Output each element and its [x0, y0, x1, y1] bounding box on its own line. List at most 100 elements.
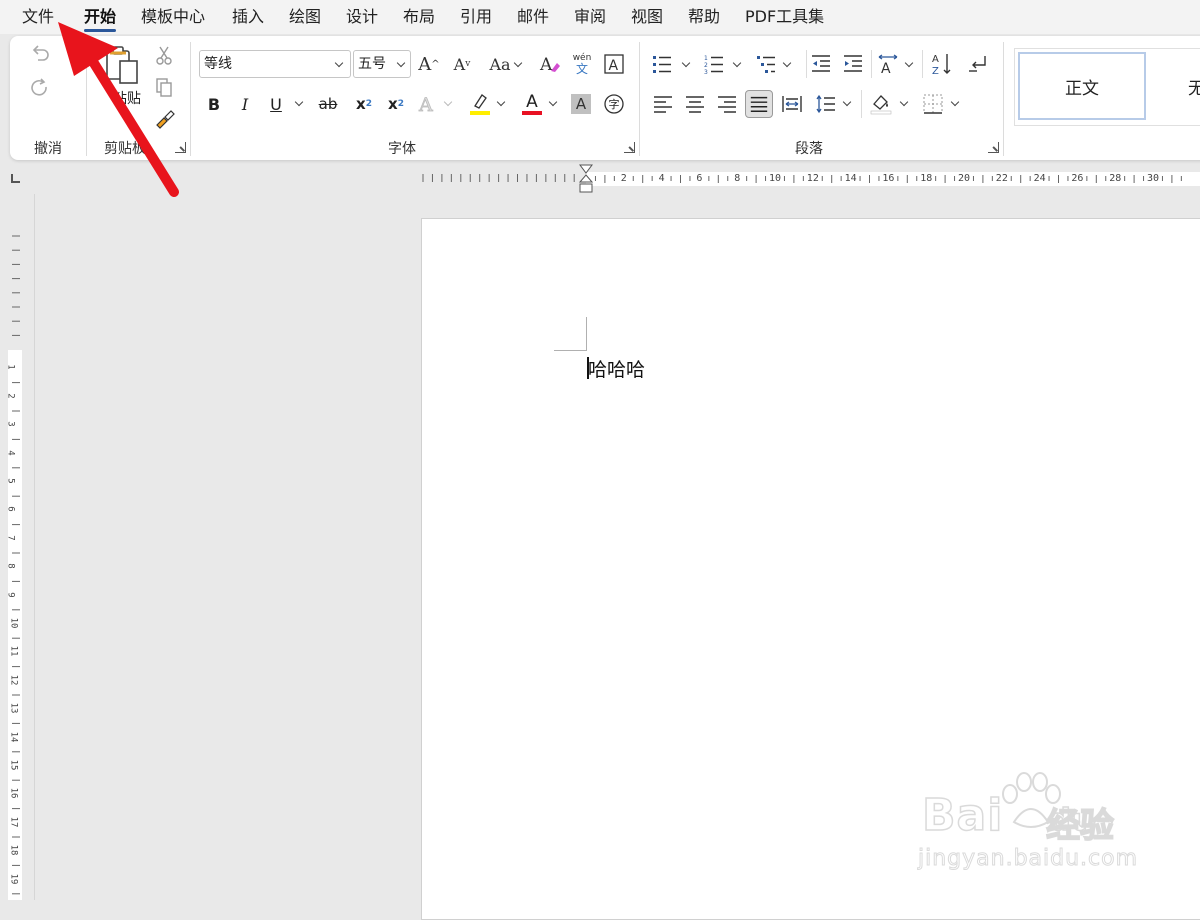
ruler-number: 8: [5, 563, 16, 569]
group-divider: [190, 42, 191, 156]
group-divider: [86, 42, 87, 156]
menu-file[interactable]: 文件: [22, 7, 54, 27]
chevron-down-icon[interactable]: [950, 97, 960, 107]
menu-template-center[interactable]: 模板中心: [141, 7, 205, 27]
ruler-number: 19: [8, 873, 19, 885]
menu-layout[interactable]: 布局: [403, 7, 435, 27]
character-border-icon[interactable]: A: [602, 52, 626, 76]
redo-icon[interactable]: [28, 76, 52, 100]
align-left-icon[interactable]: [651, 92, 675, 116]
svg-text:A: A: [539, 55, 553, 75]
undo-icon[interactable]: [28, 40, 52, 64]
ruler-ticks: [422, 174, 1182, 183]
ruler-number: 18: [8, 844, 19, 856]
font-name-value: 等线: [204, 56, 232, 72]
menu-review[interactable]: 审阅: [574, 7, 606, 27]
justify-icon[interactable]: [745, 90, 773, 118]
paste-icon[interactable]: [100, 44, 144, 86]
tab-selector-icon[interactable]: [11, 174, 20, 183]
chevron-down-icon[interactable]: [842, 97, 852, 107]
menu-mailings[interactable]: 邮件: [517, 7, 549, 27]
ruler-number: 15: [8, 759, 19, 771]
menu-references[interactable]: 引用: [460, 7, 492, 27]
shading-icon[interactable]: [869, 90, 893, 118]
borders-icon[interactable]: [921, 92, 945, 116]
clipboard-launcher-icon[interactable]: [175, 142, 186, 153]
bullets-icon[interactable]: [650, 52, 674, 76]
highlight-icon[interactable]: [468, 90, 492, 118]
undo-group-label: 撤消: [34, 141, 62, 157]
svg-text:A: A: [932, 54, 939, 65]
svg-text:A: A: [609, 58, 619, 74]
cut-icon[interactable]: [153, 44, 175, 66]
menu-pdf-tools[interactable]: PDF工具集: [745, 7, 824, 27]
style-normal[interactable]: 正文: [1018, 52, 1146, 120]
italic-icon[interactable]: I: [235, 92, 255, 116]
chevron-down-icon: [396, 58, 406, 68]
font-name-select[interactable]: 等线: [199, 50, 351, 78]
superscript-icon[interactable]: x2: [385, 92, 407, 116]
font-group-label: 字体: [388, 141, 416, 157]
menu-view[interactable]: 视图: [631, 7, 663, 27]
distributed-icon[interactable]: [780, 92, 804, 116]
decrease-indent-icon[interactable]: [809, 52, 833, 76]
document-text[interactable]: 哈哈哈: [588, 355, 645, 382]
align-center-icon[interactable]: [683, 92, 707, 116]
font-launcher-icon[interactable]: [624, 142, 635, 153]
bold-icon[interactable]: B: [204, 92, 224, 116]
horizontal-ruler[interactable]: 2 4 6 8 10 12 14 16 18 20 22 24 26 28 30: [0, 164, 1200, 194]
ruler-number: 4: [5, 449, 16, 456]
ruler-number: 17: [8, 816, 19, 828]
show-marks-icon[interactable]: [966, 52, 990, 76]
menu-home[interactable]: 开始: [84, 7, 117, 32]
phonetic-guide-icon[interactable]: wén 文: [569, 50, 595, 78]
underline-icon[interactable]: U: [266, 92, 286, 116]
strikethrough-icon[interactable]: ab: [315, 92, 341, 116]
chevron-down-icon[interactable]: [732, 58, 742, 68]
multilevel-list-icon[interactable]: [754, 52, 778, 76]
format-painter-icon[interactable]: [153, 106, 177, 130]
chevron-down-icon[interactable]: [294, 97, 304, 107]
font-color-icon[interactable]: A: [520, 90, 544, 118]
increase-indent-icon[interactable]: [841, 52, 865, 76]
change-case-icon[interactable]: Aa: [484, 52, 516, 76]
document-page[interactable]: 哈哈哈: [421, 218, 1200, 920]
subscript-icon[interactable]: x2: [353, 92, 375, 116]
chevron-down-icon[interactable]: [443, 97, 453, 107]
menu-insert[interactable]: 插入: [232, 7, 264, 27]
text-effects-icon[interactable]: A: [416, 92, 440, 116]
chevron-down-icon[interactable]: [681, 58, 691, 68]
ruler-number: 6: [5, 506, 16, 513]
vertical-ruler[interactable]: 1 2 3 4 5 6 7 8 9 10 11 12 13 14 15 16 17 18 19: [0, 194, 35, 900]
paragraph-launcher-icon[interactable]: [988, 142, 999, 153]
chevron-down-icon[interactable]: [904, 58, 914, 68]
ruler-number: 12: [806, 173, 819, 184]
shrink-font-icon[interactable]: Av: [450, 52, 474, 76]
ruler-number: 22: [995, 173, 1008, 184]
chevron-down-icon[interactable]: [548, 97, 558, 107]
grow-font-icon[interactable]: A ^: [417, 52, 441, 76]
menu-help[interactable]: 帮助: [688, 7, 720, 27]
chevron-down-icon[interactable]: [496, 97, 506, 107]
enclose-characters-icon[interactable]: 字: [602, 92, 626, 116]
sort-icon[interactable]: AZ: [930, 50, 954, 78]
indent-marker-icon[interactable]: [579, 164, 593, 194]
menu-design[interactable]: 设计: [346, 7, 378, 27]
character-shading-icon[interactable]: A: [571, 94, 591, 114]
chevron-down-icon[interactable]: [899, 97, 909, 107]
clear-formatting-icon[interactable]: A: [538, 52, 562, 76]
line-spacing-icon[interactable]: [814, 92, 838, 116]
numbering-icon[interactable]: 123: [702, 52, 726, 76]
align-right-icon[interactable]: [715, 92, 739, 116]
font-size-select[interactable]: 五号: [353, 50, 411, 78]
ruler-number: 16: [8, 787, 19, 799]
chevron-down-icon[interactable]: [782, 58, 792, 68]
menu-draw[interactable]: 绘图: [289, 7, 321, 27]
ruler-number: 11: [8, 645, 19, 657]
paste-label[interactable]: 粘贴: [113, 88, 141, 108]
ruler-number: 4: [658, 173, 665, 184]
ruler-number: 13: [8, 702, 19, 714]
text-direction-icon[interactable]: A: [876, 52, 900, 76]
style-no-spacing[interactable]: 无: [1166, 52, 1200, 120]
copy-icon[interactable]: [153, 76, 175, 98]
